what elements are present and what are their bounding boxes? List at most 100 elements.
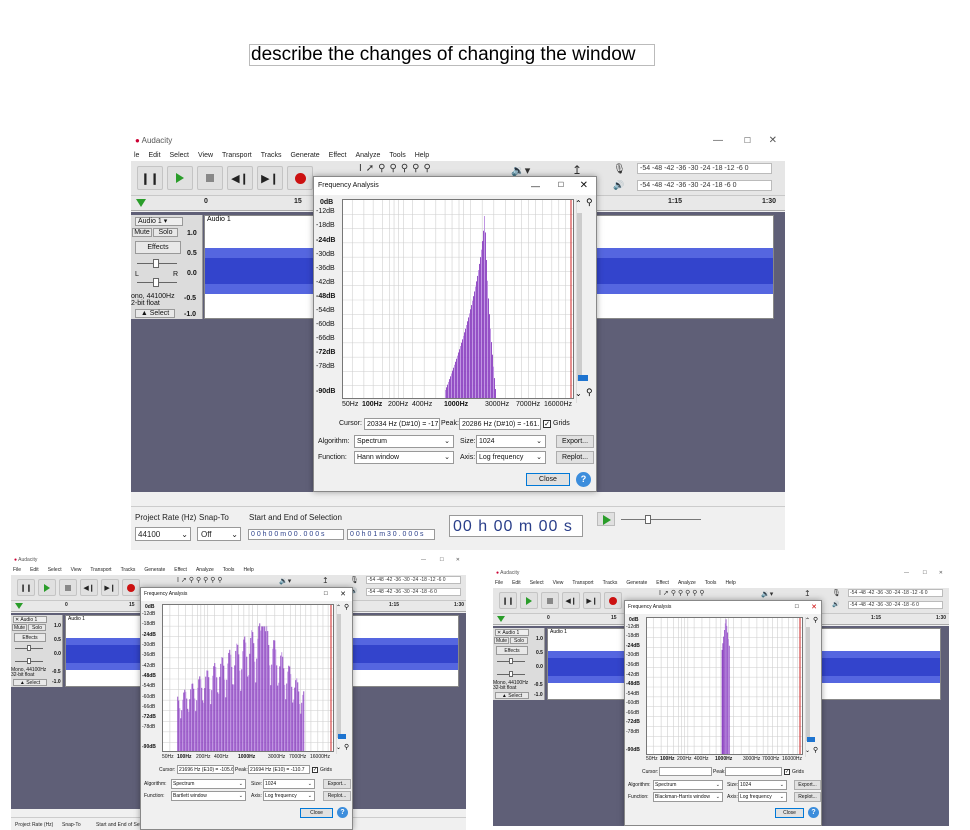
menu-select[interactable]: Select [170, 152, 189, 159]
menu-tools[interactable]: Tools [705, 580, 717, 586]
play-button[interactable] [167, 166, 193, 190]
export-button[interactable]: Export... [323, 779, 351, 789]
skip-start-button[interactable]: ◀❙ [80, 579, 98, 596]
zoom-in-icon[interactable]: ⚲ [378, 163, 389, 174]
play-button[interactable] [520, 592, 538, 609]
mute-button[interactable]: Mute [12, 624, 27, 631]
spectrum-plot[interactable] [646, 617, 803, 755]
dialog-close-button[interactable]: ✕ [811, 601, 817, 614]
menu-analyze[interactable]: Analyze [355, 152, 380, 159]
replot-button[interactable]: Replot... [556, 451, 594, 464]
playback-meter[interactable]: -54 -48 -42 -36 -30 -24 -18 -6 0 [848, 601, 943, 609]
dialog-vertical-scrollbar[interactable]: ⌃ ⚲ ⌄ ⚲ [575, 197, 596, 403]
record-meter-icon[interactable]: 🎙 [832, 589, 841, 597]
menu-tracks[interactable]: Tracks [261, 152, 282, 159]
dialog-minimize-button[interactable]: — [531, 177, 540, 195]
gain-slider[interactable] [15, 645, 43, 651]
timeline-play-icon[interactable] [15, 603, 23, 609]
scroll-down-icon[interactable]: ⌄ [805, 747, 810, 754]
pause-button[interactable]: ❙❙ [137, 166, 163, 190]
record-meter[interactable]: -54 -48 -42 -36 -30 -24 -18 -12 -6 0 [848, 589, 943, 597]
menu-analyze[interactable]: Analyze [196, 567, 214, 573]
envelope-tool-icon[interactable]: ➚ [663, 590, 671, 597]
skip-end-button[interactable]: ▶❙ [257, 166, 283, 190]
effects-button[interactable]: Effects [14, 633, 46, 642]
menu-effect[interactable]: Effect [174, 567, 187, 573]
spectrum-plot[interactable] [162, 604, 334, 752]
fit-project-icon[interactable]: ⚲ [412, 163, 423, 174]
algorithm-select[interactable]: Spectrum ⌄ [354, 435, 454, 448]
help-button[interactable]: ? [808, 807, 819, 818]
menu-file[interactable]: le [134, 152, 139, 159]
playback-speed-slider[interactable] [621, 515, 701, 524]
skip-end-button[interactable]: ▶❙ [583, 592, 601, 609]
zoom-slider-thumb[interactable] [338, 734, 346, 739]
menu-effect[interactable]: Effect [656, 580, 669, 586]
menu-view[interactable]: View [553, 580, 564, 586]
zoom-slider-thumb[interactable] [578, 375, 588, 381]
function-select[interactable]: Hann window ⌄ [354, 451, 454, 464]
replot-button[interactable]: Replot... [794, 792, 821, 802]
playback-meter[interactable]: -54 -48 -42 -36 -30 -24 -18 -6 0 [366, 588, 461, 596]
volume-icon[interactable]: 🔉▾ [279, 577, 291, 585]
menu-edit[interactable]: Edit [512, 580, 521, 586]
size-select[interactable]: 1024 ⌄ [738, 780, 787, 790]
skip-start-button[interactable]: ◀❙ [227, 166, 253, 190]
menu-effect[interactable]: Effect [329, 152, 347, 159]
zoom-in-magnifier-icon[interactable]: ⚲ [344, 603, 349, 611]
select-track-button[interactable]: ▲ Select [495, 692, 529, 699]
envelope-tool-icon[interactable]: ➚ [366, 163, 378, 174]
scroll-down-icon[interactable]: ⌄ [575, 389, 582, 398]
export-button[interactable]: Export... [556, 435, 594, 448]
zoom-slider-thumb[interactable] [807, 737, 815, 742]
replot-button[interactable]: Replot... [323, 791, 351, 801]
close-button[interactable]: Close [300, 808, 333, 818]
selection-end-field[interactable]: 0 0 h 0 1 m 3 0 . 0 0 0 s [347, 529, 435, 540]
snap-to-select[interactable]: Off ⌄ [197, 527, 241, 541]
dialog-maximize-button[interactable]: ☐ [795, 601, 799, 614]
gain-slider[interactable] [137, 259, 177, 268]
menu-help[interactable]: Help [415, 152, 429, 159]
effects-button[interactable]: Effects [135, 241, 181, 254]
axis-select[interactable]: Log frequency ⌄ [263, 791, 315, 801]
zoom-out-icon[interactable]: ⚲ [390, 163, 401, 174]
zoom-toggle-icon[interactable]: ⚲ [423, 163, 434, 174]
select-track-button[interactable]: ▲ Select [135, 309, 175, 318]
maximize-button[interactable]: ☐ [440, 555, 444, 566]
menu-select[interactable]: Select [530, 580, 544, 586]
menu-generate[interactable]: Generate [144, 567, 165, 573]
zoom-in-magnifier-icon[interactable]: ⚲ [813, 616, 818, 624]
maximize-button[interactable]: ☐ [923, 568, 927, 579]
zoom-toggle-icon[interactable]: ⚲ [217, 577, 224, 584]
algorithm-select[interactable]: Spectrum ⌄ [171, 779, 246, 789]
minimize-button[interactable]: — [421, 555, 426, 566]
selection-tool-icon[interactable]: I [359, 163, 366, 174]
scroll-up-icon[interactable]: ⌃ [336, 604, 341, 611]
menu-transport[interactable]: Transport [90, 567, 111, 573]
menu-edit[interactable]: Edit [148, 152, 160, 159]
menu-file[interactable]: File [13, 567, 21, 573]
scroll-up-icon[interactable]: ⌃ [805, 617, 810, 624]
menu-edit[interactable]: Edit [30, 567, 39, 573]
close-button[interactable]: Close [526, 473, 570, 486]
size-select[interactable]: 1024 ⌄ [263, 779, 315, 789]
stop-button[interactable] [541, 592, 559, 609]
solo-button[interactable]: Solo [510, 637, 528, 644]
menu-tracks[interactable]: Tracks [603, 580, 618, 586]
zoom-in-icon[interactable]: ⚲ [189, 577, 196, 584]
menu-analyze[interactable]: Analyze [678, 580, 696, 586]
project-rate-select[interactable]: 44100 ⌄ [135, 527, 191, 541]
dialog-close-button[interactable]: ✕ [580, 177, 588, 195]
track-name-dropdown[interactable]: ✕ Audio 1 [13, 616, 47, 623]
pan-slider[interactable] [497, 671, 525, 677]
record-button[interactable] [604, 592, 622, 609]
algorithm-select[interactable]: Spectrum ⌄ [653, 780, 723, 790]
record-button[interactable] [287, 166, 313, 190]
envelope-tool-icon[interactable]: ➚ [181, 577, 189, 584]
mute-button[interactable]: Mute [494, 637, 509, 644]
close-window-button[interactable]: ✕ [456, 555, 460, 566]
close-window-button[interactable]: ✕ [939, 568, 943, 579]
playback-meter-icon[interactable]: 🔊 [832, 601, 839, 608]
menu-tools[interactable]: Tools [389, 152, 405, 159]
selection-start-field[interactable]: 0 0 h 0 0 m 0 0 . 0 0 0 s [248, 529, 344, 540]
